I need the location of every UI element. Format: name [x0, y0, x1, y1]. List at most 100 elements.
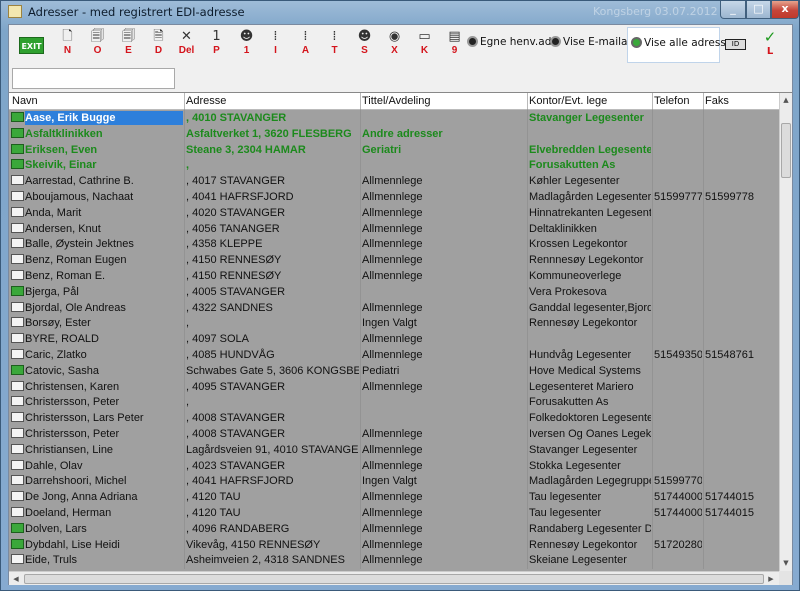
table-row[interactable]: Borsøy, Ester, Ingen Valgt Rennesøy Legeko…	[9, 315, 779, 331]
table-row[interactable]: Dolven, Lars , 4096 RANDABERG Allmennlege R…	[9, 521, 779, 537]
cell-name: Benz, Roman E.	[25, 269, 106, 282]
maximize-button[interactable]: □	[746, 1, 771, 19]
table-row[interactable]: Doeland, Herman , 4120 TAU Allmennlege Tau …	[9, 505, 779, 521]
cell-tel: 51599777	[654, 190, 702, 203]
application-window: Adresser - med registrert EDI-adresse Ko…	[0, 0, 800, 591]
table-row[interactable]: Christersson, Peter , 4008 STAVANGER Allme…	[9, 426, 779, 442]
cell-title: Allmennlege	[362, 522, 423, 535]
column-header-adresse[interactable]: Adresse	[186, 95, 226, 107]
toolbar-new-button[interactable]: 🗋 N	[53, 28, 82, 62]
client-area: EXIT 🗋 N 🗐 O 🗐 E 🗎 D ✕ Del 1 P ☻ 1 ⁞ I ⁞ A ⁞ T ☻ S ◉ X ▭ K ▤ 9 Egne…	[8, 24, 793, 585]
toolbar-nine-button[interactable]: ▤ 9	[440, 28, 469, 62]
table-row[interactable]: Eide, Truls Asheimveien 2, 4318 SANDNES Al…	[9, 552, 779, 568]
toolbar-info-button[interactable]: ⁞ I	[261, 28, 290, 62]
toolbar-button-label: 9	[451, 45, 458, 56]
envelope-icon	[11, 206, 24, 217]
table-row[interactable]: Christersson, Peter, Forusakutten As	[9, 394, 779, 410]
table-row[interactable]: Eriksen, Even Steane 3, 2304 HAMAR Geriatr…	[9, 142, 779, 158]
toolbar-open-button[interactable]: 🗐 O	[83, 28, 112, 62]
id-card-icon[interactable]: ID	[725, 39, 746, 50]
toolbar-patient-button[interactable]: 1P	[202, 28, 231, 62]
card-icon: ▭	[418, 29, 431, 44]
vertical-scroll-thumb[interactable]	[781, 123, 791, 178]
table-row[interactable]: Benz, Roman Eugen , 4150 RENNESØY Allmennl…	[9, 252, 779, 268]
table-row[interactable]: Dahle, Olav , 4023 STAVANGER Allmennlege St…	[9, 458, 779, 474]
scroll-right-icon[interactable]: ▶	[765, 573, 777, 585]
egne-henv-adr-button[interactable]: Egne henv.adr.	[467, 36, 558, 54]
cell-fax: 51744015	[705, 506, 754, 519]
table-row[interactable]: De Jong, Anna Adriana , 4120 TAU Allmennle…	[9, 489, 779, 505]
horizontal-scrollbar[interactable]: ◀ ▶	[9, 571, 779, 585]
cell-fax: 51744015	[705, 491, 754, 504]
cell-addr: , 4008 STAVANGER	[186, 427, 286, 440]
table-body: Aase, Erik Bugge, 4010 STAVANGER Stavange…	[9, 110, 779, 568]
vertical-scrollbar[interactable]: ▲ ▼	[779, 93, 792, 571]
table-row[interactable]: Asfaltklinikken Asfaltverket 1, 3620 FLES…	[9, 126, 779, 142]
table-row[interactable]: Benz, Roman E. , 4150 RENNESØY Allmennlege…	[9, 268, 779, 284]
table-row[interactable]: Aarrestad, Cathrine B. , 4017 STAVANGER Al…	[9, 173, 779, 189]
scroll-down-icon[interactable]: ▼	[781, 557, 791, 569]
table-row[interactable]: Dybdahl, Lise Heidi Vikevåg, 4150 RENNESØ…	[9, 537, 779, 553]
cell-addr: Asfaltverket 1, 3620 FLESBERG	[186, 127, 352, 140]
toolbar-attach-button[interactable]: ⁞ A	[291, 28, 320, 62]
toolbar-document-button[interactable]: 🗎 D	[144, 28, 173, 62]
cell-office: Elvebredden Legesenter	[529, 143, 651, 156]
table-row[interactable]: Aase, Erik Bugge, 4010 STAVANGER Stavange…	[9, 110, 779, 126]
scroll-left-icon[interactable]: ◀	[10, 573, 22, 585]
minimize-button[interactable]: _	[720, 1, 746, 19]
cell-name: Doeland, Herman	[25, 506, 112, 519]
close-button[interactable]: x	[771, 1, 799, 19]
vise-alle-adresser-button[interactable]: Vise alle adresser	[627, 27, 737, 63]
table-row[interactable]: Bjordal, Ole Andreas , 4322 SANDNES Allmen…	[9, 300, 779, 316]
column-header-faks[interactable]: Faks	[705, 95, 729, 107]
cell-name: Dolven, Lars	[25, 522, 87, 535]
column-header-tittel[interactable]: Tittel/Avdeling	[362, 95, 430, 107]
cell-name: Bjerga, Pål	[25, 285, 79, 298]
search-input[interactable]	[12, 68, 175, 89]
table-row[interactable]: BYRE, ROALD , 4097 SOLA Allmennlege	[9, 331, 779, 347]
horizontal-scroll-thumb[interactable]	[24, 574, 764, 584]
envelope-icon	[11, 396, 24, 407]
exit-button[interactable]: EXIT	[19, 37, 44, 54]
cell-title: Allmennlege	[362, 554, 423, 567]
toolbar-card-button[interactable]: ▭ K	[410, 28, 439, 62]
cell-addr: , 4017 STAVANGER	[186, 175, 286, 188]
scroll-up-icon[interactable]: ▲	[781, 94, 791, 106]
cell-name: Benz, Roman Eugen	[25, 254, 127, 267]
column-header-navn[interactable]: Navn	[12, 95, 38, 107]
table-row[interactable]: Caric, Zlatko , 4085 HUNDVÅG Allmennlege Hu…	[9, 347, 779, 363]
edi-envelope-icon	[11, 538, 24, 549]
vise-alle-adresser-content: Vise alle adresser	[631, 37, 737, 55]
cell-office: Ganddal legesenter,Bjordal	[529, 301, 651, 314]
toolbar-delete-button[interactable]: ✕ Del	[172, 28, 201, 62]
cell-name: Christiansen, Line	[25, 443, 114, 456]
toolbar-person-1-button[interactable]: ☻ 1	[232, 28, 261, 62]
cell-title: Andre adresser	[362, 127, 443, 140]
column-header-telefon[interactable]: Telefon	[654, 95, 689, 107]
toolbar-search-person-button[interactable]: ☻ S	[350, 28, 379, 62]
edi-envelope-icon	[11, 112, 24, 122]
envelope-icon	[11, 554, 24, 565]
toolbar-external-button[interactable]: ◉ X	[380, 28, 409, 62]
title-bar[interactable]: Adresser - med registrert EDI-adresse Ko…	[1, 1, 799, 23]
cell-name: Darrehshoori, Michel	[25, 475, 127, 488]
table-row[interactable]: Anda, Marit , 4020 STAVANGER Allmennlege Hi…	[9, 205, 779, 221]
cell-name: Asfaltklinikken	[25, 127, 103, 140]
edit-icon: 🗐	[122, 29, 135, 44]
toolbar-text-button[interactable]: ⁞ T	[320, 28, 349, 62]
table-row[interactable]: Andersen, Knut , 4056 TANANGER Allmennlege…	[9, 221, 779, 237]
column-header-kontor[interactable]: Kontor/Evt. lege	[529, 95, 607, 107]
table-row[interactable]: Aboujamous, Nachaat , 4041 HAFRSFJORD Allm…	[9, 189, 779, 205]
table-row[interactable]: Bjerga, Pål , 4005 STAVANGER Vera Prokesov…	[9, 284, 779, 300]
table-row[interactable]: Christensen, Karen , 4095 STAVANGER Allmen…	[9, 379, 779, 395]
search-person-icon: ☻	[357, 29, 372, 44]
table-row[interactable]: Christiansen, Line Lagårdsveien 91, 4010 …	[9, 442, 779, 458]
cell-office: Madlagården Legegruppe	[529, 475, 651, 488]
table-row[interactable]: Skeivik, Einar, Forusakutten As	[9, 157, 779, 173]
table-row[interactable]: Balle, Øystein Jektnes , 4358 KLEPPE Allme…	[9, 236, 779, 252]
table-row[interactable]: Christersson, Lars Peter , 4008 STAVANGER…	[9, 410, 779, 426]
ok-button[interactable]: ✓ L	[760, 29, 780, 58]
table-row[interactable]: Catovic, Sasha Schwabes Gate 5, 3606 KONG…	[9, 363, 779, 379]
toolbar-edit-button[interactable]: 🗐 E	[114, 28, 143, 62]
table-row[interactable]: Darrehshoori, Michel , 4041 HAFRSFJORD Ing…	[9, 473, 779, 489]
